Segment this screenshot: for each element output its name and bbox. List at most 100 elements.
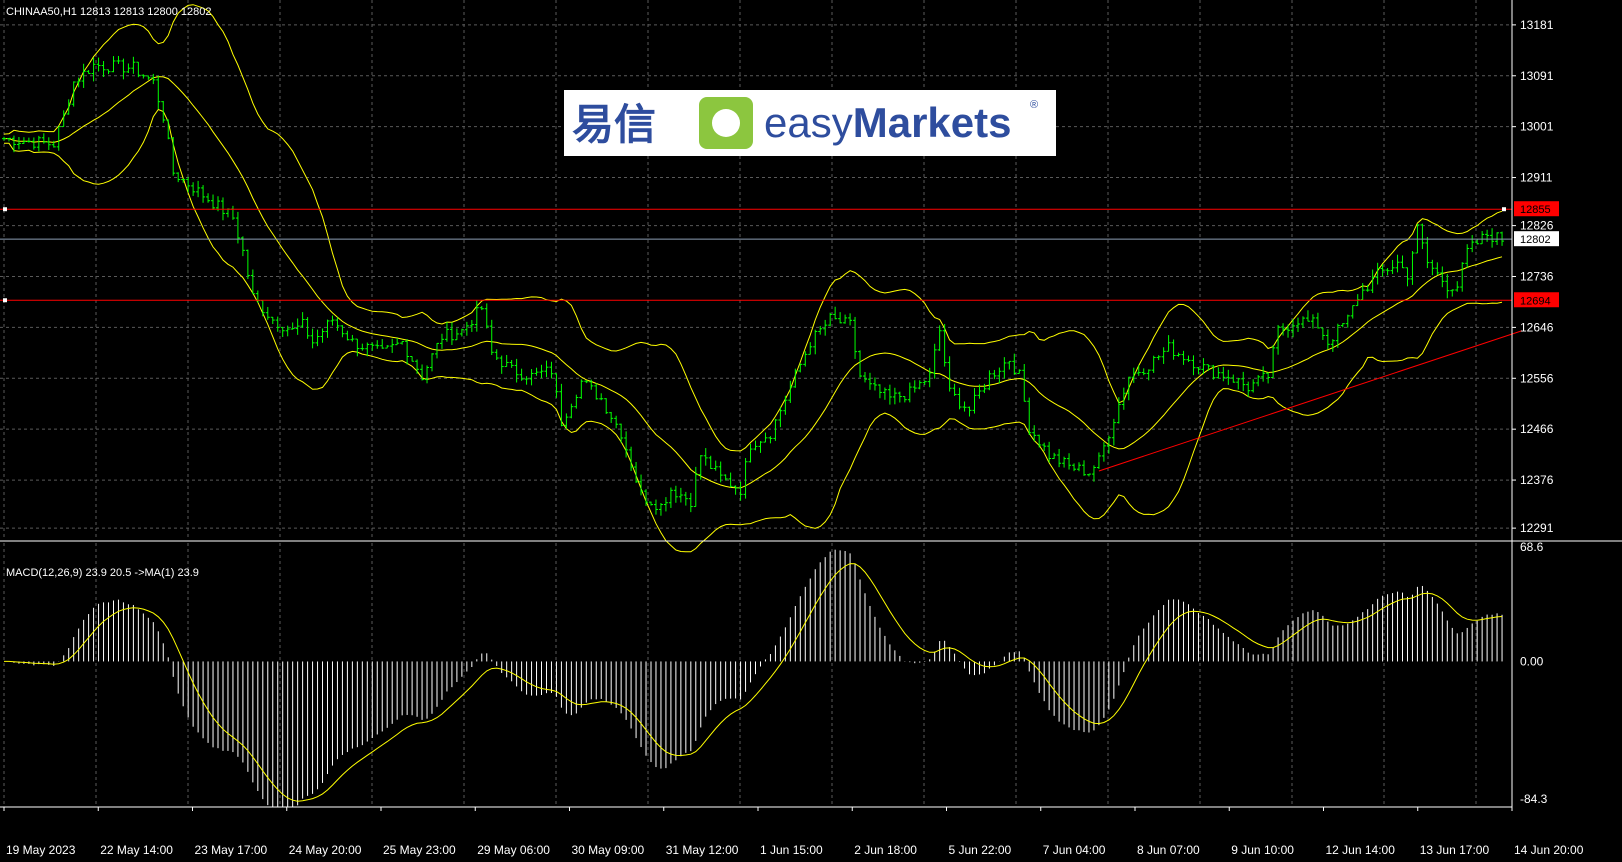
price-bar: [594, 383, 599, 400]
price-bar: [713, 460, 718, 471]
trendline: [1098, 330, 1523, 472]
time-tick-label: 7 Jun 04:00: [1043, 843, 1106, 857]
price-bar: [1081, 460, 1086, 476]
price-bar: [808, 342, 813, 355]
price-bar: [494, 349, 499, 361]
time-tick-label: 24 May 20:00: [289, 843, 362, 857]
price-bar: [987, 370, 992, 391]
price-bar: [1151, 355, 1156, 373]
price-tick-label: 12646: [1520, 320, 1554, 334]
price-bar: [952, 383, 957, 396]
macd-tick-label: -84.3: [1520, 792, 1548, 806]
price-bar: [136, 61, 141, 78]
price-bar: [1111, 418, 1116, 446]
price-bar: [295, 318, 300, 335]
price-bar: [1057, 448, 1062, 468]
price-bar: [101, 61, 106, 77]
price-bar: [335, 317, 340, 331]
price-bar: [554, 373, 559, 398]
price-bar: [758, 441, 763, 453]
level-anchor-handle: [3, 298, 7, 303]
price-bar: [504, 354, 509, 368]
price-bar: [1465, 244, 1470, 268]
price-bar: [1181, 350, 1186, 365]
price-tick-label: 12736: [1520, 270, 1554, 284]
level-anchor-handle: [3, 207, 7, 212]
price-bar: [1256, 375, 1261, 387]
price-bar: [1206, 364, 1211, 371]
price-bar: [982, 383, 987, 394]
price-bar: [853, 316, 858, 359]
price-bar: [191, 182, 196, 196]
price-tick-label: 12376: [1520, 473, 1554, 487]
price-tick-label: 12556: [1520, 371, 1554, 385]
price-bar: [912, 380, 917, 393]
price-bar: [126, 63, 131, 73]
price-bar: [484, 303, 489, 329]
price-bar: [116, 55, 121, 64]
easymarkets-logo: 易信 easyMarkets ®: [564, 90, 1056, 156]
price-bar: [783, 395, 788, 415]
price-bar: [56, 126, 61, 151]
price-bar: [992, 369, 997, 380]
level-anchor-handle: [1502, 207, 1506, 212]
price-bar: [131, 56, 136, 74]
price-bar: [892, 387, 897, 405]
price-bar: [86, 70, 91, 75]
price-bar: [1077, 462, 1082, 472]
price-bar: [1430, 259, 1435, 276]
price-tick-label: 12291: [1520, 521, 1554, 535]
price-bar: [111, 56, 116, 73]
price-bar: [838, 312, 843, 324]
price-bar: [1480, 231, 1485, 245]
price-bar: [1216, 367, 1221, 379]
price-bar: [1395, 254, 1400, 273]
price-bar: [678, 487, 683, 503]
price-bar: [444, 321, 449, 342]
chart-overlays: 12855 12694 12802: [0, 201, 1559, 472]
price-bar: [385, 345, 390, 349]
price-bar: [843, 314, 848, 324]
price-bar: [6, 137, 11, 142]
time-tick-label: 14 Jun 20:00: [1514, 843, 1584, 857]
price-bar: [1126, 376, 1131, 401]
price-bar: [21, 137, 26, 144]
time-tick-label: 22 May 14:00: [100, 843, 173, 857]
time-tick-label: 23 May 17:00: [195, 843, 268, 857]
logo-brand-easy: easy: [764, 99, 853, 146]
time-tick-label: 8 Jun 07:00: [1137, 843, 1200, 857]
logo-brand-text: easyMarkets: [764, 99, 1011, 146]
price-bar: [1365, 284, 1370, 292]
time-tick-label: 1 Jun 15:00: [760, 843, 823, 857]
price-bar: [320, 328, 325, 343]
price-bar: [1121, 387, 1126, 410]
price-bar: [16, 136, 21, 150]
price-bar: [648, 501, 653, 506]
price-bar: [106, 69, 111, 75]
price-bar: [46, 137, 51, 150]
price-bar: [1345, 314, 1350, 328]
price-bar: [882, 387, 887, 400]
price-bar: [524, 376, 529, 385]
price-bar: [763, 432, 768, 443]
price-bar: [2, 136, 6, 141]
price-bar: [743, 458, 748, 499]
price-bar: [146, 75, 151, 80]
price-bar: [1091, 465, 1096, 482]
price-bar: [390, 338, 395, 353]
price-bar: [1007, 360, 1012, 370]
price-bar: [499, 355, 504, 374]
symbol-info: CHINAA50,H1 12813 12813 12800 12802: [6, 6, 212, 18]
trading-chart[interactable]: 12855 12694 12802 13181 13091 13001 12911 1282…: [0, 0, 1622, 862]
macd-tick-label: 68.6: [1520, 540, 1544, 554]
price-bar: [942, 323, 947, 367]
price-bar: [718, 461, 723, 483]
time-tick-label: 5 Jun 22:00: [949, 843, 1012, 857]
macd-panel: [4, 549, 1503, 807]
price-bar: [469, 319, 474, 332]
price-bar: [529, 369, 534, 386]
price-bar: [514, 358, 519, 383]
price-bar: [1271, 345, 1276, 378]
price-bar: [201, 185, 206, 203]
price-bar: [1410, 251, 1415, 285]
